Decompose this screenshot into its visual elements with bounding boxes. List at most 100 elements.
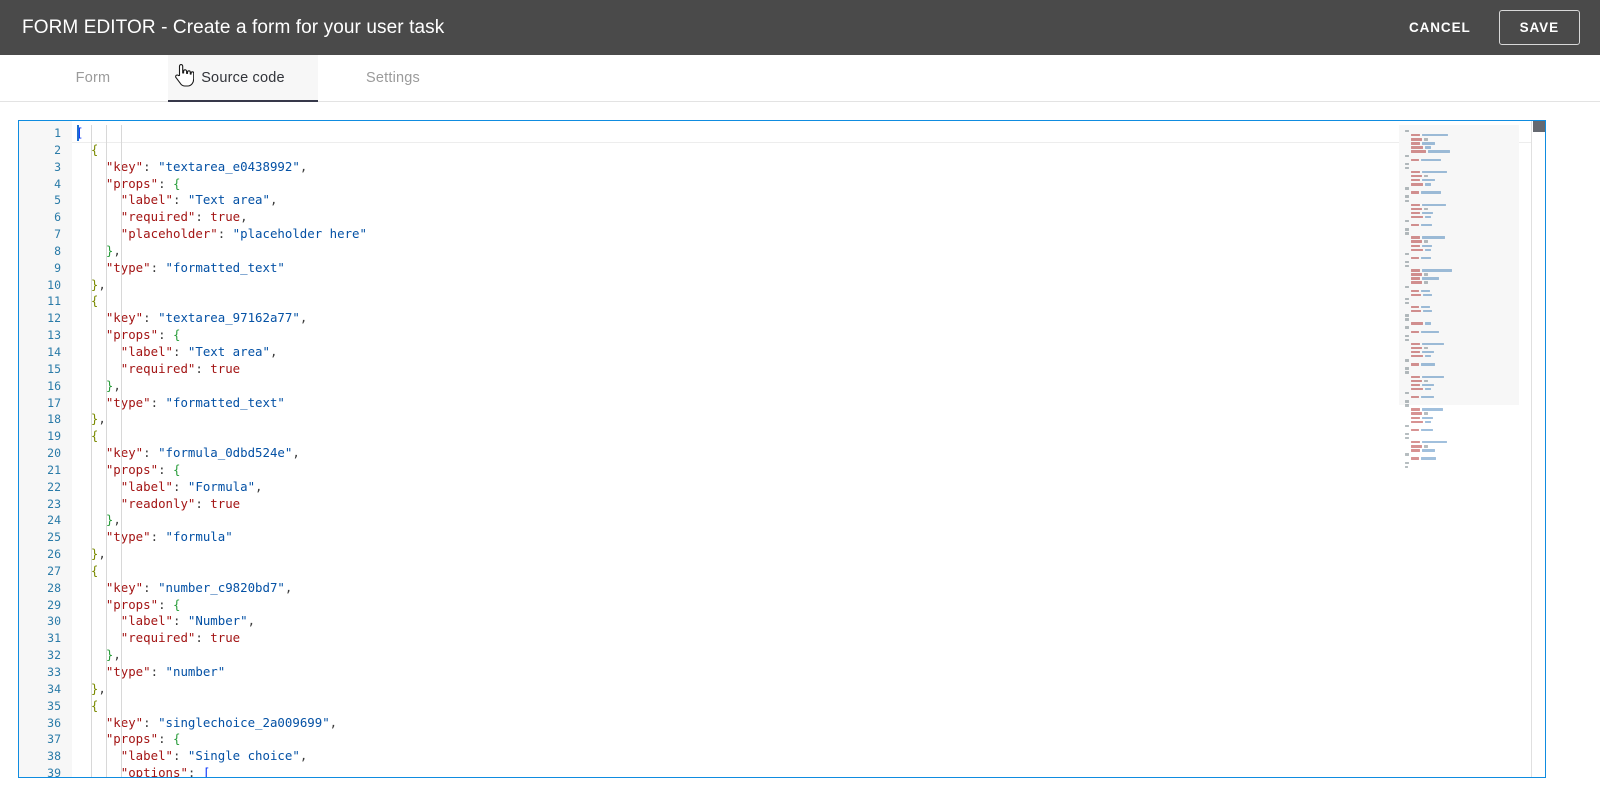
minimap-token	[1405, 424, 1409, 428]
line-number: 29	[47, 597, 61, 612]
vertical-scrollbar[interactable]	[1531, 121, 1545, 777]
code-token: "key"	[105, 158, 144, 174]
code-token: "type"	[105, 394, 151, 410]
minimap-token	[1423, 445, 1428, 448]
minimap-token	[1405, 326, 1409, 329]
line-number: 10	[47, 277, 61, 292]
code-token: :	[172, 613, 188, 629]
minimap-token	[1411, 277, 1420, 280]
minimap-token	[1411, 293, 1421, 297]
code-token: :	[143, 158, 159, 174]
code-token: "placeholder"	[120, 226, 218, 242]
code-token: "label"	[120, 613, 173, 629]
code-token: "type"	[105, 259, 151, 275]
code-line: "type": "formatted_text"	[72, 395, 1545, 412]
minimap-token	[1405, 367, 1409, 370]
line-number: 27	[47, 563, 61, 578]
source-code-editor[interactable]: 1 2 3 4 5 6 7 8 9 10 11 12 13 14 15 16 17 18 19 20 21 22 23 24 2…	[18, 120, 1546, 778]
code-line: "key": "singlechoice_2a009699",	[72, 715, 1545, 732]
minimap-token	[1421, 277, 1439, 280]
minimap-token	[1411, 449, 1420, 452]
minimap-token	[1405, 154, 1409, 157]
minimap-token	[1421, 416, 1433, 419]
code-token: "formatted_text"	[165, 394, 285, 410]
code-line: "type": "number"	[72, 664, 1545, 681]
code-line: },	[72, 243, 1545, 260]
line-number: 35	[47, 698, 61, 713]
minimap-token	[1411, 256, 1419, 260]
minimap-token	[1424, 387, 1431, 391]
minimap-token	[1420, 289, 1430, 292]
tab-source-code[interactable]: Source code	[168, 55, 318, 102]
scrollbar-thumb[interactable]	[1533, 121, 1545, 132]
save-button[interactable]: SAVE	[1498, 10, 1580, 45]
code-line: {	[72, 698, 1545, 715]
minimap-token	[1411, 363, 1419, 366]
text-caret	[77, 125, 79, 141]
minimap-token	[1411, 224, 1419, 227]
code-token: true	[210, 495, 241, 511]
code-token: :	[143, 445, 159, 461]
tab-form[interactable]: Form	[18, 55, 168, 101]
minimap-token	[1421, 383, 1434, 387]
minimap-token	[1423, 379, 1428, 383]
minimap-token	[1411, 330, 1419, 333]
editor-minimap[interactable]	[1399, 121, 1519, 777]
line-number: 23	[47, 496, 61, 511]
code-token: :	[217, 226, 233, 242]
minimap-token	[1421, 342, 1444, 346]
code-token: "formula"	[165, 529, 233, 545]
code-token: "textarea_97162a77"	[158, 310, 300, 326]
minimap-token	[1405, 195, 1409, 198]
tab-settings[interactable]: Settings	[318, 55, 468, 101]
line-number: 20	[47, 446, 61, 461]
minimap-token	[1411, 273, 1422, 276]
minimap-token	[1405, 252, 1409, 256]
code-line: },	[72, 277, 1545, 294]
code-token: ,	[113, 647, 121, 663]
code-token: "props"	[105, 731, 159, 747]
code-token: ,	[269, 192, 278, 208]
code-token: :	[143, 310, 159, 326]
minimap-token	[1421, 408, 1443, 411]
minimap-token	[1405, 391, 1409, 395]
line-number: 3	[54, 159, 61, 174]
minimap-token	[1424, 146, 1431, 149]
code-token: "props"	[105, 461, 159, 477]
code-token: :	[143, 579, 159, 595]
code-line: "props": {	[72, 731, 1545, 748]
code-token: "label"	[120, 748, 173, 764]
code-token: :	[172, 192, 188, 208]
line-number: 24	[47, 513, 61, 528]
minimap-token	[1411, 387, 1423, 391]
cancel-button[interactable]: CANCEL	[1403, 12, 1477, 43]
code-token: "label"	[120, 478, 173, 494]
minimap-token	[1405, 265, 1409, 268]
code-line: },	[72, 378, 1545, 395]
code-token: :	[150, 529, 166, 545]
code-line: "readonly": true	[72, 496, 1545, 513]
code-token: "props"	[105, 327, 159, 343]
header-actions: CANCEL SAVE	[1403, 10, 1580, 45]
minimap-row	[1399, 465, 1519, 469]
minimap-token	[1411, 269, 1420, 272]
line-number: 12	[47, 311, 61, 326]
minimap-token	[1411, 355, 1423, 358]
minimap-token	[1411, 142, 1420, 145]
code-content-area[interactable]: [ { "key": "textarea_e0438992", "props":…	[72, 121, 1545, 777]
minimap-token	[1422, 293, 1432, 297]
code-token: "Single choice"	[187, 748, 300, 764]
code-token: "options"	[120, 765, 188, 777]
code-token: ,	[284, 579, 293, 595]
line-number: 15	[47, 361, 61, 376]
minimap-token	[1420, 363, 1435, 366]
code-token: "Text area"	[187, 192, 270, 208]
minimap-token	[1421, 203, 1446, 207]
code-line: "label": "Formula",	[72, 479, 1545, 496]
line-number: 6	[54, 210, 61, 225]
minimap-token	[1411, 281, 1422, 284]
minimap-token	[1424, 322, 1431, 325]
code-token: "number"	[165, 664, 226, 679]
code-token: :	[158, 175, 173, 191]
line-number: 8	[54, 243, 61, 258]
